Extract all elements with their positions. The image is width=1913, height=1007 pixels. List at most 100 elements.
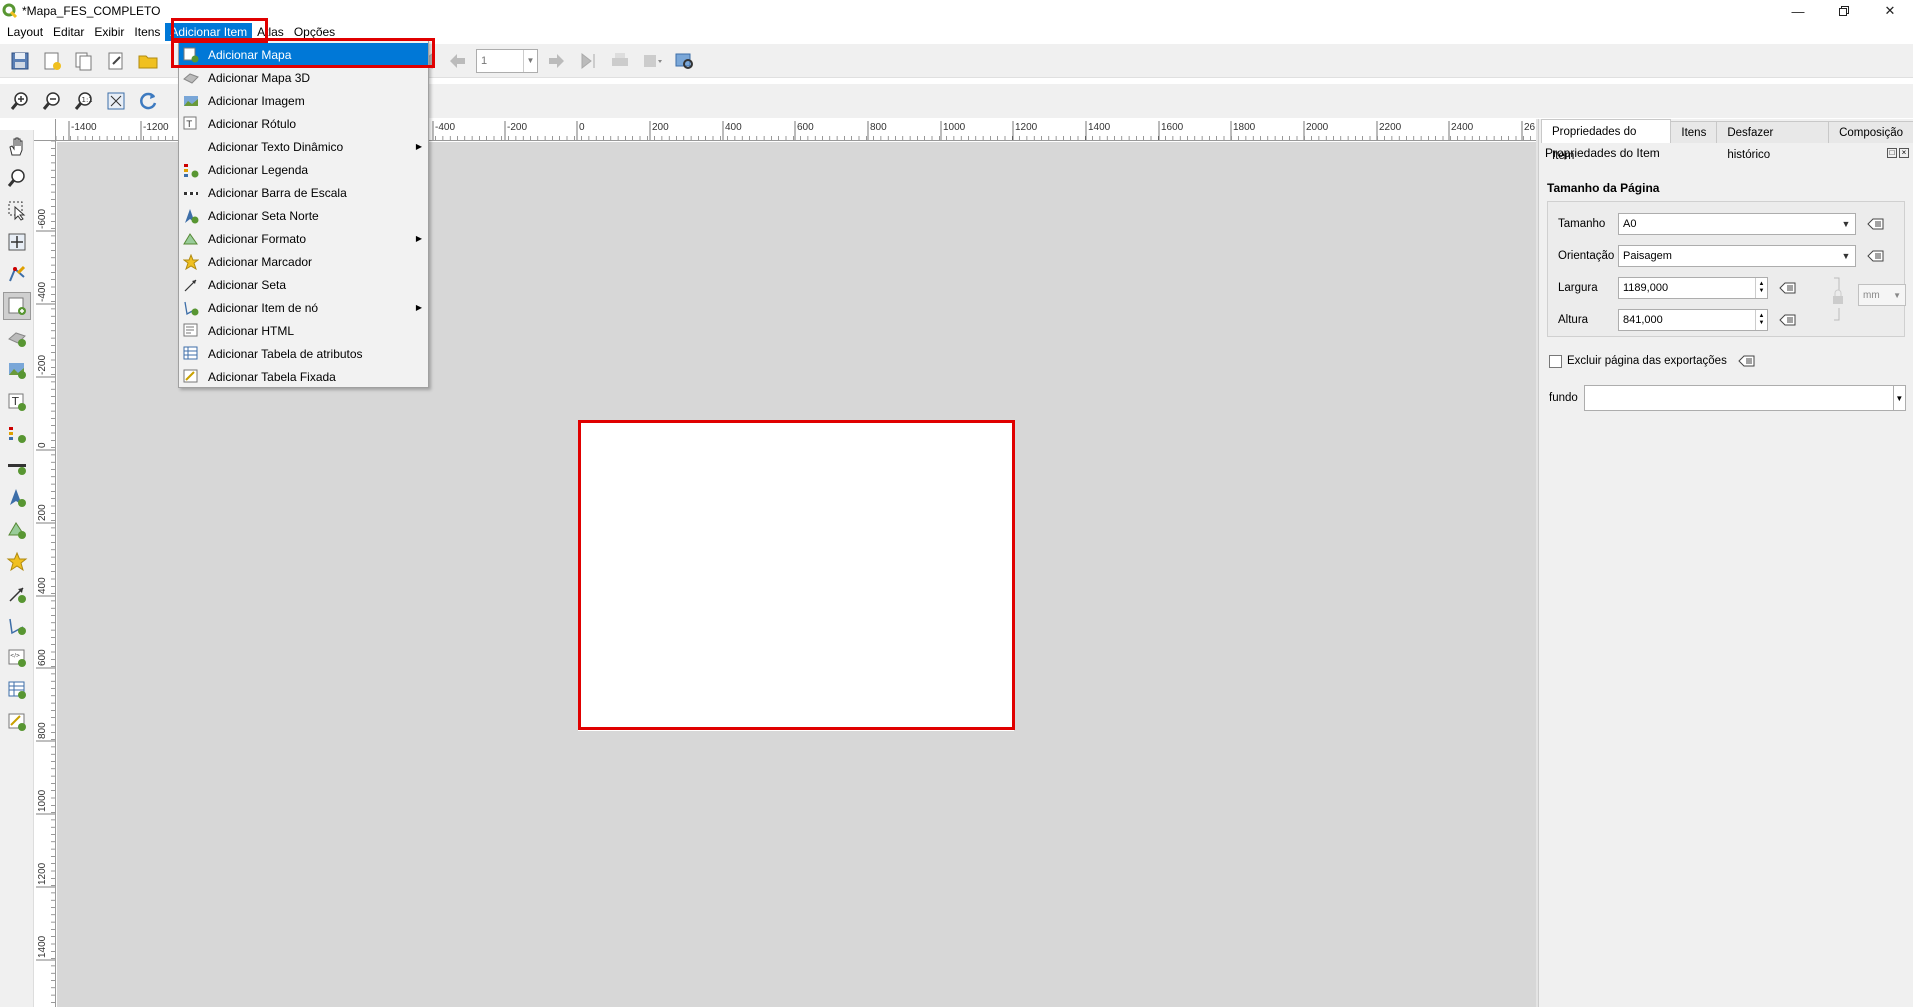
menu-item-adicionar-legenda[interactable]: Adicionar Legenda <box>179 158 428 181</box>
zoom-out-button[interactable] <box>38 87 66 115</box>
data-defined-orientation-button[interactable] <box>1864 246 1888 266</box>
exclude-page-checkbox[interactable] <box>1549 354 1562 368</box>
data-defined-height-button[interactable] <box>1776 310 1800 330</box>
add-marker-tool[interactable] <box>3 548 31 576</box>
add-arrow-tool[interactable] <box>3 580 31 608</box>
pan-tool[interactable] <box>3 132 31 160</box>
add-fixed-table-tool[interactable] <box>3 708 31 736</box>
page-size-group: Tamanho A0 ▼ Orientação Paisagem ▼ Largu… <box>1547 201 1906 337</box>
hand-icon <box>9 137 23 156</box>
ruler-label: -400 <box>435 122 455 133</box>
fundo-label: fundo <box>1549 392 1578 404</box>
add-3d-map-icon <box>8 332 26 347</box>
zoom-full-button[interactable] <box>102 87 130 115</box>
data-defined-width-button[interactable] <box>1776 278 1800 298</box>
zoom-in-button[interactable] <box>6 87 34 115</box>
lock-ratio-icon[interactable] <box>1832 276 1844 322</box>
size-combo[interactable]: A0 ▼ <box>1618 213 1856 235</box>
data-defined-icon <box>1738 355 1755 367</box>
atlas-page-spinbox[interactable]: 1 ▼ <box>476 48 538 73</box>
ruler-label: 1400 <box>1088 122 1111 133</box>
menu-item-adicionar-marcador[interactable]: Adicionar Marcador <box>179 250 428 273</box>
previous-feature-button[interactable] <box>444 47 472 75</box>
tab-item-properties[interactable]: Propriedades do Item <box>1541 119 1672 162</box>
tab-undo-history[interactable]: Desfazer histórico <box>1716 121 1830 161</box>
add-legend-tool[interactable] <box>3 420 31 448</box>
zoom-tool[interactable] <box>3 164 31 192</box>
menu-item-adicionar-tabela-fixada[interactable]: Adicionar Tabela Fixada <box>179 365 428 388</box>
select-tool[interactable] <box>3 196 31 224</box>
fundo-symbol-button[interactable] <box>1583 385 1894 411</box>
menu-item-adicionar-seta-norte[interactable]: Adicionar Seta Norte <box>179 204 428 227</box>
refresh-button[interactable] <box>134 87 162 115</box>
add-map-tool[interactable] <box>3 292 31 320</box>
menu-item-adicionar-rotulo[interactable]: T Adicionar Rótulo <box>179 112 428 135</box>
width-value: 1189,000 <box>1623 282 1669 294</box>
add-image-tool[interactable] <box>3 356 31 384</box>
open-template-button[interactable] <box>134 47 162 75</box>
menu-adicionar-item[interactable]: Adicionar Item <box>165 23 253 41</box>
ruler-label: 1400 <box>37 935 48 958</box>
menu-item-label: Adicionar Formato <box>208 231 307 246</box>
close-panel-button[interactable]: × <box>1899 148 1909 158</box>
add-shape-icon <box>8 522 26 539</box>
add-node-item-tool[interactable] <box>3 612 31 640</box>
duplicate-layout-button[interactable] <box>70 47 98 75</box>
add-attribute-table-icon <box>8 681 26 699</box>
data-defined-exclude-button[interactable] <box>1735 351 1759 371</box>
minimize-button[interactable]: — <box>1775 0 1821 22</box>
add-legend-icon <box>9 427 26 443</box>
layout-manager-button[interactable] <box>102 47 130 75</box>
orientation-label: Orientação <box>1558 250 1615 262</box>
unit-combo[interactable]: mm ▼ <box>1858 284 1906 306</box>
menu-item-adicionar-mapa-3d[interactable]: Adicionar Mapa 3D <box>179 66 428 89</box>
add-scalebar-tool[interactable] <box>3 452 31 480</box>
width-spinbox[interactable]: 1189,000 ▲ ▼ <box>1618 277 1768 299</box>
menu-opcoes[interactable]: Opções <box>289 23 340 41</box>
vertical-ruler[interactable]: -600 -400 -200 0 200 400 600 800 1000 1200 1400 <box>34 141 56 1007</box>
add-shape-tool[interactable] <box>3 516 31 544</box>
close-button[interactable]: ✕ <box>1867 0 1913 22</box>
add-north-arrow-tool[interactable] <box>3 484 31 512</box>
add-html-tool[interactable]: </> <box>3 644 31 672</box>
save-button[interactable] <box>6 47 34 75</box>
window-title: *Mapa_FES_COMPLETO <box>22 4 161 18</box>
menu-itens[interactable]: Itens <box>129 23 165 41</box>
menu-item-adicionar-mapa[interactable]: Adicionar Mapa <box>179 43 428 66</box>
menu-atlas[interactable]: Atlas <box>252 23 289 41</box>
menu-item-adicionar-barra-de-escala[interactable]: Adicionar Barra de Escala <box>179 181 428 204</box>
height-spinbox[interactable]: 841,000 ▲ ▼ <box>1618 309 1768 331</box>
menu-exibir[interactable]: Exibir <box>89 23 129 41</box>
menu-item-adicionar-html[interactable]: Adicionar HTML <box>179 319 428 342</box>
add-label-tool[interactable]: T <box>3 388 31 416</box>
print-atlas-button[interactable] <box>606 47 634 75</box>
float-panel-button[interactable]: □ <box>1887 148 1897 158</box>
edit-nodes-tool[interactable] <box>3 260 31 288</box>
tab-items[interactable]: Itens <box>1670 121 1718 143</box>
tab-composition[interactable]: Composição <box>1828 121 1913 143</box>
move-content-tool[interactable] <box>3 228 31 256</box>
menu-item-adicionar-texto-dinamico[interactable]: Adicionar Texto Dinâmico ▶ <box>179 135 428 158</box>
atlas-preview-button[interactable] <box>670 47 698 75</box>
add-image-icon <box>9 363 26 379</box>
menu-item-adicionar-formato[interactable]: Adicionar Formato ▶ <box>179 227 428 250</box>
chevron-down-icon[interactable]: ▼ <box>1893 385 1906 411</box>
menu-item-adicionar-item-de-no[interactable]: Adicionar Item de nó ▶ <box>179 296 428 319</box>
menu-item-adicionar-tabela-de-atributos[interactable]: Adicionar Tabela de atributos <box>179 342 428 365</box>
add-attribute-table-tool[interactable] <box>3 676 31 704</box>
zoom-100-button[interactable]: 1:1 <box>70 87 98 115</box>
menu-layout[interactable]: Layout <box>2 23 48 41</box>
export-atlas-button[interactable] <box>638 47 666 75</box>
restore-button[interactable] <box>1821 0 1867 22</box>
orientation-combo[interactable]: Paisagem ▼ <box>1618 245 1856 267</box>
menu-item-adicionar-imagem[interactable]: Adicionar Imagem <box>179 89 428 112</box>
last-feature-button[interactable] <box>574 47 602 75</box>
new-layout-button[interactable] <box>38 47 66 75</box>
menu-item-adicionar-seta[interactable]: Adicionar Seta <box>179 273 428 296</box>
zoom-in-icon <box>10 92 28 110</box>
data-defined-size-button[interactable] <box>1864 214 1888 234</box>
next-feature-button[interactable] <box>542 47 570 75</box>
menu-editar[interactable]: Editar <box>48 23 89 41</box>
add-3d-map-tool[interactable] <box>3 324 31 352</box>
ruler-label: 200 <box>37 504 48 521</box>
